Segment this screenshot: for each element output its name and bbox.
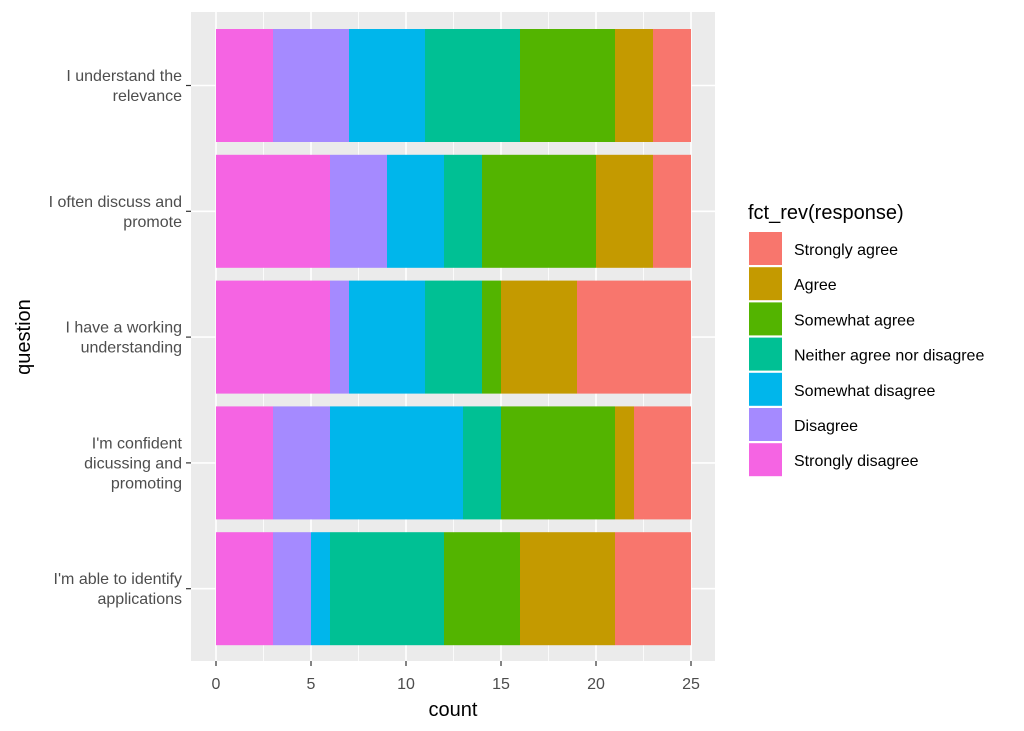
bar-segment-somewhat-agree: I'm able to identify applications — Some… (444, 532, 520, 646)
y-tick-label: dicussing and (84, 455, 182, 472)
legend-key (749, 302, 782, 336)
y-axis-title: question (13, 299, 35, 375)
bar-segment-neither-agree-nor-disagree: I'm confident dicussing and promoting — … (463, 406, 501, 520)
legend-key (749, 232, 782, 265)
bar-segment-agree: I understand the relevance — Agree: 2 (615, 29, 653, 142)
legend: fct_rev(response) Strongly agree Agree Som… (748, 202, 984, 477)
x-tick-label: 20 (587, 676, 605, 693)
bar-segment-somewhat-disagree: I'm confident dicussing and promoting — … (330, 406, 463, 520)
bar-segment-strongly-agree: I understand the relevance — Strongly ag… (653, 29, 691, 142)
y-tick-label: I have a working (65, 320, 182, 337)
bar-segment-strongly-agree: I'm able to identify applications — Stro… (615, 532, 691, 646)
x-tick-label: 25 (682, 676, 700, 693)
legend-label: Disagree (794, 418, 858, 435)
y-tick-label: promoting (111, 475, 182, 492)
bar-segment-somewhat-agree: I have a working understanding — Somewha… (482, 280, 501, 394)
x-tick-label: 5 (307, 676, 316, 693)
bar-segment-strongly-agree: I often discuss and promote — Strongly a… (653, 154, 691, 268)
x-tick-label: 15 (492, 676, 510, 693)
bar-segment-strongly-disagree: I'm confident dicussing and promoting — … (216, 406, 273, 520)
legend-key (749, 372, 782, 406)
bar-segment-disagree: I understand the relevance — Disagree: 4 (273, 29, 349, 142)
x-axis: 0 5 10 15 20 25 (212, 661, 700, 693)
legend-title: fct_rev(response) (748, 202, 904, 224)
x-tick-label: 0 (212, 676, 221, 693)
y-tick-label: I'm able to identify (54, 571, 182, 588)
legend-key (749, 267, 782, 301)
bar-segment-strongly-agree: I'm confident dicussing and promoting — … (634, 406, 691, 520)
bar-segment-agree: I'm able to identify applications — Agre… (520, 532, 615, 646)
y-tick-label: promote (123, 214, 182, 231)
bar-segment-strongly-disagree: I often discuss and promote — Strongly d… (216, 154, 330, 268)
y-tick-label: I often discuss and (49, 194, 182, 211)
bar-segment-strongly-disagree: I understand the relevance — Strongly di… (216, 29, 273, 142)
bar-segment-somewhat-disagree: I have a working understanding — Somewha… (349, 280, 425, 394)
bar-segment-somewhat-disagree: I understand the relevance — Somewhat di… (349, 29, 425, 142)
y-tick-label: relevance (113, 88, 182, 105)
bars: I understand the relevance — Strongly di… (216, 29, 691, 646)
legend-key (749, 337, 782, 371)
bar-segment-agree: I'm confident dicussing and promoting — … (615, 406, 634, 520)
y-tick-label: understanding (81, 340, 182, 357)
bar-segment-agree: I often discuss and promote — Agree: 3 (596, 154, 653, 268)
bar-segment-strongly-disagree: I have a working understanding — Strongl… (216, 280, 330, 394)
bar-segment-somewhat-agree: I understand the relevance — Somewhat ag… (520, 29, 615, 142)
legend-label: Somewhat agree (794, 312, 915, 329)
bar-segment-somewhat-disagree: I often discuss and promote — Somewhat d… (387, 154, 444, 268)
bar-segment-disagree: I'm able to identify applications — Disa… (273, 532, 311, 646)
x-axis-title: count (429, 699, 478, 721)
y-tick-label: I understand the (66, 68, 182, 85)
bar-segment-disagree: I'm confident dicussing and promoting — … (273, 406, 330, 520)
bar-segment-neither-agree-nor-disagree: I'm able to identify applications — Neit… (330, 532, 444, 646)
bar-segment-disagree: I often discuss and promote — Disagree: … (330, 154, 387, 268)
legend-label: Strongly agree (794, 242, 898, 259)
bar-segment-disagree: I have a working understanding — Disagre… (330, 280, 349, 394)
y-tick-label: I'm confident (92, 435, 183, 452)
legend-label: Agree (794, 277, 837, 294)
bar-segment-somewhat-disagree: I'm able to identify applications — Some… (311, 532, 330, 646)
stacked-bar-chart: I understand the relevance — Strongly di… (13, 12, 984, 721)
bar-segment-somewhat-agree: I often discuss and promote — Somewhat a… (482, 154, 596, 268)
bar-segment-neither-agree-nor-disagree: I understand the relevance — Neither agr… (425, 29, 520, 142)
x-tick-label: 10 (397, 676, 415, 693)
bar-segment-agree: I have a working understanding — Agree: … (501, 280, 577, 394)
legend-key (749, 443, 782, 477)
bar-segment-somewhat-agree: I'm confident dicussing and promoting — … (501, 406, 615, 520)
bar-segment-strongly-disagree: I'm able to identify applications — Stro… (216, 532, 273, 646)
y-axis: I understand the relevance I often discuss… (49, 68, 191, 608)
legend-label: Strongly disagree (794, 453, 919, 470)
legend-label: Neither agree nor disagree (794, 348, 984, 365)
bar-segment-neither-agree-nor-disagree: I often discuss and promote — Neither ag… (444, 154, 482, 268)
legend-key (749, 408, 782, 441)
bar-segment-neither-agree-nor-disagree: I have a working understanding — Neither… (425, 280, 482, 394)
bar-segment-strongly-agree: I have a working understanding — Strongl… (577, 280, 691, 394)
legend-label: Somewhat disagree (794, 383, 936, 400)
y-tick-label: applications (98, 591, 183, 608)
